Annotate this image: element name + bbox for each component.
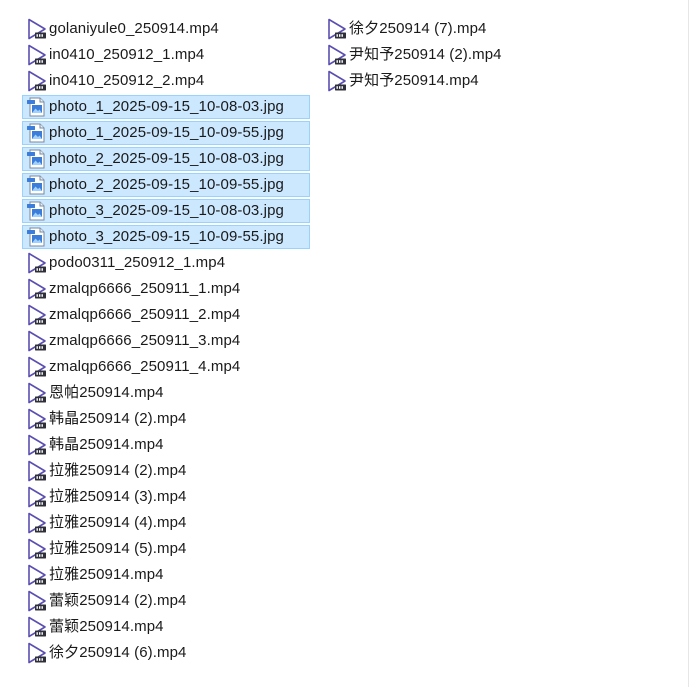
image-file-item[interactable]: photo_1_2025-09-15_10-09-55.jpg — [22, 121, 310, 145]
file-name-label: 蕾颖250914.mp4 — [49, 618, 164, 635]
video-file-icon — [26, 330, 48, 352]
video-file-icon — [26, 304, 48, 326]
video-file-item[interactable]: in0410_250912_1.mp4 — [22, 43, 310, 67]
file-name-label: podo0311_250912_1.mp4 — [49, 254, 226, 271]
file-name-label: 拉雅250914 (2).mp4 — [49, 462, 187, 479]
image-file-icon — [26, 122, 48, 144]
file-name-label: 尹知予250914 (2).mp4 — [349, 46, 502, 63]
video-file-item[interactable]: 恩帕250914.mp4 — [22, 381, 310, 405]
video-file-item[interactable]: zmalqp6666_250911_3.mp4 — [22, 329, 310, 353]
video-file-item[interactable]: zmalqp6666_250911_4.mp4 — [22, 355, 310, 379]
file-name-label: photo_3_2025-09-15_10-08-03.jpg — [49, 202, 284, 219]
video-file-icon — [26, 434, 48, 456]
video-file-icon — [26, 564, 48, 586]
file-name-label: photo_2_2025-09-15_10-08-03.jpg — [49, 150, 284, 167]
image-file-item[interactable]: photo_2_2025-09-15_10-08-03.jpg — [22, 147, 310, 171]
video-file-icon — [326, 70, 348, 92]
video-file-icon — [26, 460, 48, 482]
file-name-label: photo_2_2025-09-15_10-09-55.jpg — [49, 176, 284, 193]
video-file-item[interactable]: 蕾颖250914.mp4 — [22, 615, 310, 639]
file-name-label: 拉雅250914 (4).mp4 — [49, 514, 187, 531]
file-name-label: zmalqp6666_250911_4.mp4 — [49, 358, 241, 375]
image-file-icon — [26, 174, 48, 196]
video-file-icon — [26, 382, 48, 404]
video-file-item[interactable]: 徐夕250914 (7).mp4 — [322, 17, 510, 41]
file-name-label: 徐夕250914 (6).mp4 — [49, 644, 187, 661]
file-name-label: 拉雅250914 (3).mp4 — [49, 488, 187, 505]
file-name-label: 蕾颖250914 (2).mp4 — [49, 592, 187, 609]
file-name-label: photo_1_2025-09-15_10-09-55.jpg — [49, 124, 284, 141]
video-file-icon — [26, 44, 48, 66]
file-name-label: 拉雅250914 (5).mp4 — [49, 540, 187, 557]
image-file-item[interactable]: photo_1_2025-09-15_10-08-03.jpg — [22, 95, 310, 119]
video-file-icon — [26, 616, 48, 638]
video-file-icon — [26, 70, 48, 92]
file-name-label: zmalqp6666_250911_1.mp4 — [49, 280, 241, 297]
image-file-icon — [26, 148, 48, 170]
video-file-item[interactable]: podo0311_250912_1.mp4 — [22, 251, 310, 275]
video-file-icon — [26, 486, 48, 508]
video-file-item[interactable]: 拉雅250914 (5).mp4 — [22, 537, 310, 561]
video-file-icon — [26, 642, 48, 664]
file-name-label: in0410_250912_1.mp4 — [49, 46, 205, 63]
video-file-item[interactable]: 拉雅250914 (2).mp4 — [22, 459, 310, 483]
image-file-icon — [26, 200, 48, 222]
video-file-icon — [26, 278, 48, 300]
video-file-icon — [26, 252, 48, 274]
video-file-icon — [326, 44, 348, 66]
file-name-label: 徐夕250914 (7).mp4 — [349, 20, 487, 37]
video-file-item[interactable]: 拉雅250914 (4).mp4 — [22, 511, 310, 535]
file-list-view[interactable]: golaniyule0_250914.mp4 in0410_250912_1.mp… — [0, 0, 689, 687]
video-file-item[interactable]: 尹知予250914 (2).mp4 — [322, 43, 510, 67]
file-name-label: 韩晶250914.mp4 — [49, 436, 164, 453]
video-file-icon — [26, 356, 48, 378]
video-file-item[interactable]: 徐夕250914 (6).mp4 — [22, 641, 310, 665]
video-file-icon — [26, 538, 48, 560]
image-file-icon — [26, 226, 48, 248]
video-file-item[interactable]: 蕾颖250914 (2).mp4 — [22, 589, 310, 613]
file-name-label: 韩晶250914 (2).mp4 — [49, 410, 187, 427]
file-name-label: in0410_250912_2.mp4 — [49, 72, 205, 89]
video-file-icon — [26, 512, 48, 534]
file-name-label: photo_3_2025-09-15_10-09-55.jpg — [49, 228, 284, 245]
video-file-item[interactable]: golaniyule0_250914.mp4 — [22, 17, 310, 41]
file-name-label: 恩帕250914.mp4 — [49, 384, 164, 401]
video-file-item[interactable]: in0410_250912_2.mp4 — [22, 69, 310, 93]
video-file-icon — [26, 408, 48, 430]
file-name-label: 尹知予250914.mp4 — [349, 72, 479, 89]
video-file-item[interactable]: 拉雅250914.mp4 — [22, 563, 310, 587]
image-file-item[interactable]: photo_3_2025-09-15_10-08-03.jpg — [22, 199, 310, 223]
image-file-item[interactable]: photo_3_2025-09-15_10-09-55.jpg — [22, 225, 310, 249]
video-file-item[interactable]: zmalqp6666_250911_1.mp4 — [22, 277, 310, 301]
video-file-item[interactable]: zmalqp6666_250911_2.mp4 — [22, 303, 310, 327]
file-name-label: golaniyule0_250914.mp4 — [49, 20, 219, 37]
file-column-2: 徐夕250914 (7).mp4 尹知予250914 (2).mp4 尹知予2509… — [322, 17, 510, 95]
image-file-item[interactable]: photo_2_2025-09-15_10-09-55.jpg — [22, 173, 310, 197]
video-file-icon — [326, 18, 348, 40]
file-name-label: zmalqp6666_250911_3.mp4 — [49, 332, 241, 349]
file-column-1: golaniyule0_250914.mp4 in0410_250912_1.mp… — [22, 17, 310, 667]
video-file-item[interactable]: 拉雅250914 (3).mp4 — [22, 485, 310, 509]
file-name-label: 拉雅250914.mp4 — [49, 566, 164, 583]
video-file-item[interactable]: 韩晶250914 (2).mp4 — [22, 407, 310, 431]
file-name-label: photo_1_2025-09-15_10-08-03.jpg — [49, 98, 284, 115]
image-file-icon — [26, 96, 48, 118]
file-name-label: zmalqp6666_250911_2.mp4 — [49, 306, 241, 323]
video-file-icon — [26, 18, 48, 40]
video-file-item[interactable]: 尹知予250914.mp4 — [322, 69, 510, 93]
video-file-icon — [26, 590, 48, 612]
video-file-item[interactable]: 韩晶250914.mp4 — [22, 433, 310, 457]
